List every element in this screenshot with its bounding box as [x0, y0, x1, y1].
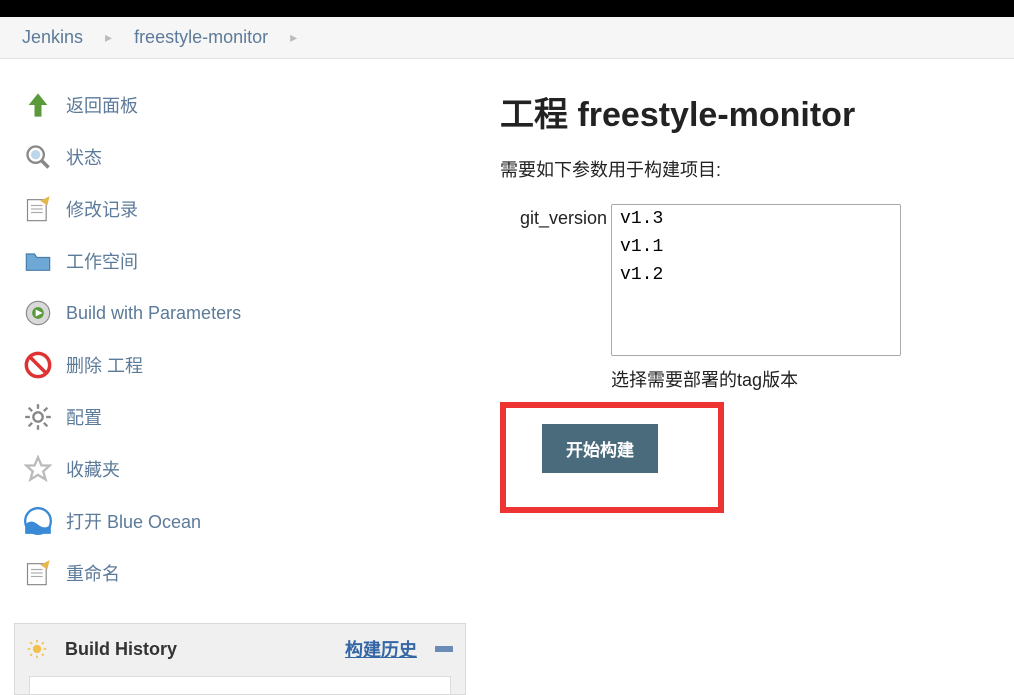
- folder-icon: [22, 245, 54, 277]
- build-button[interactable]: 开始构建: [542, 424, 658, 473]
- delete-icon: [22, 349, 54, 381]
- breadcrumb: Jenkins ▸ freestyle-monitor ▸: [0, 17, 1014, 59]
- breadcrumb-jenkins[interactable]: Jenkins: [22, 27, 83, 48]
- sidebar-item-blueocean[interactable]: 打开 Blue Ocean: [14, 495, 466, 547]
- sidebar-item-configure[interactable]: 配置: [14, 391, 466, 443]
- sidebar-item-label: 删除 工程: [66, 352, 143, 378]
- sun-icon: [27, 639, 47, 659]
- sidebar-item-label: 配置: [66, 404, 102, 430]
- sidebar-item-label: 打开 Blue Ocean: [66, 508, 201, 534]
- build-desc: 需要如下参数用于构建项目:: [500, 156, 1010, 182]
- sidebar-item-label: 修改记录: [66, 196, 138, 222]
- blueocean-icon: [22, 505, 54, 537]
- build-history-title: Build History: [65, 639, 335, 660]
- top-bar: [0, 0, 1014, 17]
- chevron-right-icon: ▸: [290, 29, 297, 46]
- sidebar-item-delete[interactable]: 删除 工程: [14, 339, 466, 391]
- gear-icon: [22, 401, 54, 433]
- git-version-option[interactable]: v1.1: [612, 233, 900, 261]
- sidebar-item-label: Build with Parameters: [66, 303, 241, 324]
- git-version-select[interactable]: v1.3v1.1v1.2: [611, 204, 901, 356]
- sidebar-item-favorite[interactable]: 收藏夹: [14, 443, 466, 495]
- sidebar-item-rename[interactable]: 重命名: [14, 547, 466, 599]
- param-row: git_version v1.3v1.1v1.2 选择需要部署的tag版本: [520, 204, 1010, 392]
- notepad-icon: [22, 557, 54, 589]
- search-icon: [22, 141, 54, 173]
- arrow-up-icon: [22, 89, 54, 121]
- build-history-link[interactable]: 构建历史: [345, 636, 417, 662]
- sidebar-item-build-params[interactable]: Build with Parameters: [14, 287, 466, 339]
- page-title: 工程 freestyle-monitor: [500, 87, 1010, 136]
- param-label: git_version: [520, 204, 607, 229]
- build-history-panel: Build History 构建历史: [14, 623, 466, 695]
- param-help: 选择需要部署的tag版本: [611, 366, 901, 392]
- star-icon: [22, 453, 54, 485]
- build-icon: [22, 297, 54, 329]
- sidebar-item-status[interactable]: 状态: [14, 131, 466, 183]
- sidebar-item-label: 状态: [66, 144, 102, 170]
- collapse-icon[interactable]: [435, 646, 453, 652]
- git-version-option[interactable]: v1.2: [612, 261, 900, 289]
- sidebar-item-label: 工作空间: [66, 248, 138, 274]
- highlight-box: 开始构建: [500, 402, 724, 513]
- sidebar-item-changes[interactable]: 修改记录: [14, 183, 466, 235]
- sidebar-item-label: 返回面板: [66, 92, 138, 118]
- main-content: 工程 freestyle-monitor 需要如下参数用于构建项目: git_v…: [480, 59, 1014, 649]
- build-history-filter[interactable]: [29, 676, 451, 694]
- sidebar-item-label: 重命名: [66, 560, 120, 586]
- sidebar-item-back[interactable]: 返回面板: [14, 79, 466, 131]
- sidebar-item-workspace[interactable]: 工作空间: [14, 235, 466, 287]
- git-version-option[interactable]: v1.3: [612, 205, 900, 233]
- sidebar: 返回面板 状态 修改记录 工作空间 Build with Parameters: [0, 59, 480, 649]
- breadcrumb-project[interactable]: freestyle-monitor: [134, 27, 268, 48]
- chevron-right-icon: ▸: [105, 29, 112, 46]
- notepad-icon: [22, 193, 54, 225]
- sidebar-item-label: 收藏夹: [66, 456, 120, 482]
